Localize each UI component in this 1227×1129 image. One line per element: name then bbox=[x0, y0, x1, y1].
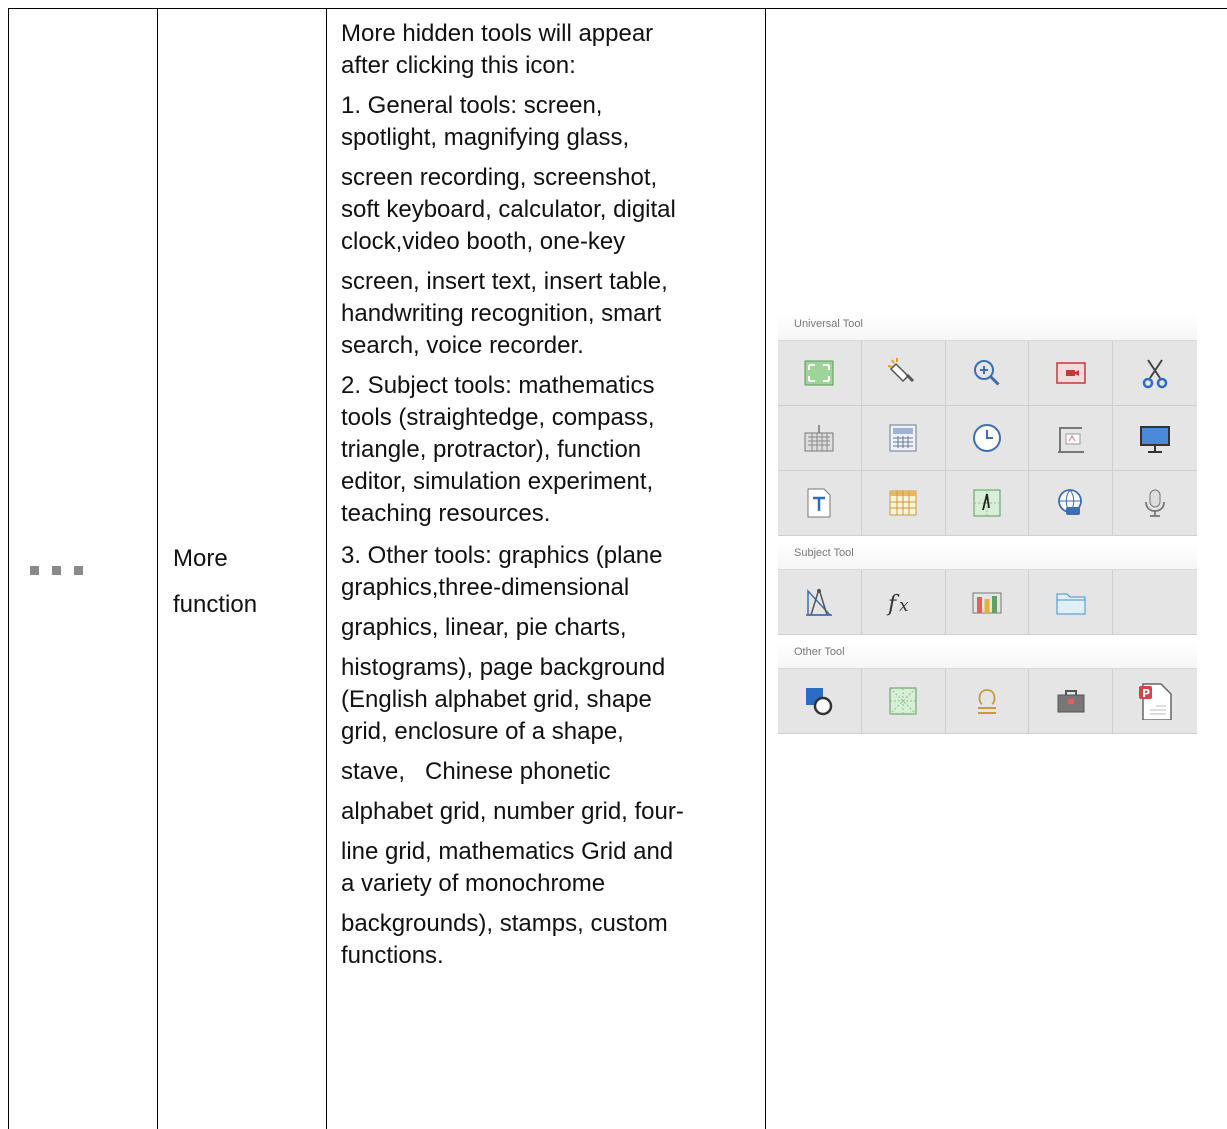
desc-line: a variety of monochrome bbox=[341, 870, 606, 897]
screen-icon bbox=[804, 360, 834, 386]
keyboard-button[interactable] bbox=[778, 406, 862, 471]
desc-line: tools (straightedge, compass, bbox=[341, 404, 655, 431]
teaching-resources-icon bbox=[1056, 593, 1086, 615]
desc-line: graphics,three-dimensional bbox=[341, 574, 630, 601]
math-tools-icon bbox=[806, 588, 833, 616]
desc-line: triangle, protractor), function bbox=[341, 436, 642, 463]
insert-text-icon bbox=[807, 488, 831, 518]
stamp-icon bbox=[977, 689, 996, 714]
desc-line: teaching resources. bbox=[341, 500, 551, 527]
desc-line: graphics, linear, pie charts, bbox=[341, 614, 627, 641]
function-editor-button[interactable]: fx bbox=[861, 570, 946, 635]
insert-text-button[interactable] bbox=[778, 471, 862, 536]
desc-line: handwriting recognition, smart bbox=[341, 300, 662, 327]
empty-cell bbox=[1113, 570, 1197, 635]
desc-line: alphabet grid, number grid, four- bbox=[341, 798, 684, 825]
desc-line: More hidden tools will appear bbox=[341, 20, 654, 47]
math-tools-button[interactable] bbox=[778, 570, 862, 635]
calculator-button[interactable] bbox=[861, 406, 946, 471]
experiment-icon bbox=[972, 592, 1002, 614]
ellipsis-dot bbox=[30, 566, 39, 575]
custom-function-icon: P bbox=[1139, 683, 1172, 720]
teaching-resources-button[interactable] bbox=[1029, 570, 1114, 635]
desc-line: (English alphabet grid, shape bbox=[341, 686, 652, 713]
scissors-icon bbox=[1142, 359, 1168, 389]
screen-record-button[interactable] bbox=[1029, 341, 1114, 406]
desc-line: search, voice recorder. bbox=[341, 332, 584, 359]
magnifier-icon bbox=[973, 360, 1000, 386]
desc-line: screen, insert text, insert table, bbox=[341, 268, 668, 295]
desc-line: functions. bbox=[341, 942, 444, 969]
one-key-screen-icon bbox=[1140, 426, 1171, 453]
page-background-button[interactable] bbox=[861, 669, 946, 734]
handwriting-icon bbox=[973, 489, 1001, 517]
function-name-line2: function bbox=[173, 591, 258, 618]
desc-line: backgrounds), stamps, custom bbox=[341, 910, 668, 937]
calculator-icon bbox=[889, 424, 917, 452]
voice-recorder-button[interactable] bbox=[1113, 471, 1197, 536]
toolbox-button[interactable] bbox=[1029, 669, 1114, 734]
graphics-icon bbox=[806, 688, 833, 716]
ellipsis-dot bbox=[74, 566, 83, 575]
table-border-col1 bbox=[157, 8, 158, 1129]
universal-tool-grid bbox=[778, 341, 1197, 536]
svg-text:P: P bbox=[1142, 687, 1150, 700]
experiment-button[interactable] bbox=[945, 570, 1030, 635]
universal-tool-title: Universal Tool bbox=[778, 313, 1197, 341]
handwriting-button[interactable] bbox=[945, 471, 1030, 536]
function-editor-icon: fx bbox=[886, 592, 909, 617]
insert-table-button[interactable] bbox=[861, 471, 946, 536]
tool-panel: Universal Tool Subject Tool f x Other To… bbox=[778, 313, 1197, 734]
desc-line: histograms), page background bbox=[341, 654, 666, 681]
stamp-button[interactable] bbox=[945, 669, 1030, 734]
desc-line: editor, simulation experiment, bbox=[341, 468, 654, 495]
desc-line: 1. General tools: screen, bbox=[341, 92, 603, 119]
smart-search-icon bbox=[1057, 489, 1082, 515]
screen-record-icon bbox=[1056, 362, 1086, 384]
svg-text:f: f bbox=[886, 592, 900, 617]
desc-line: soft keyboard, calculator, digital bbox=[341, 196, 676, 223]
function-name-line1: More bbox=[173, 545, 228, 572]
insert-table-icon bbox=[889, 490, 917, 516]
desc-line: screen recording, screenshot, bbox=[341, 164, 658, 191]
desc-line: 3. Other tools: graphics (plane bbox=[341, 542, 663, 569]
scissors-button[interactable] bbox=[1113, 341, 1197, 406]
subject-tool-title: Subject Tool bbox=[778, 542, 1197, 570]
magnifier-button[interactable] bbox=[945, 341, 1030, 406]
smart-search-button[interactable] bbox=[1029, 471, 1114, 536]
svg-text:x: x bbox=[899, 596, 909, 616]
toolbox-icon bbox=[1057, 690, 1085, 713]
function-description: More hidden tools will appear after clic… bbox=[341, 18, 751, 972]
table-border-left bbox=[8, 8, 9, 1129]
keyboard-icon bbox=[804, 425, 834, 452]
clock-button[interactable] bbox=[945, 406, 1030, 471]
other-tool-title: Other Tool bbox=[778, 641, 1197, 669]
graphics-button[interactable] bbox=[778, 669, 862, 734]
page-background-icon bbox=[889, 687, 917, 715]
custom-function-button[interactable]: P bbox=[1113, 669, 1197, 734]
video-booth-button[interactable] bbox=[1029, 406, 1114, 471]
table-border-col3 bbox=[765, 8, 766, 1129]
desc-line: spotlight, magnifying glass, bbox=[341, 124, 630, 151]
desc-line: clock,video booth, one-key bbox=[341, 228, 626, 255]
video-booth-icon bbox=[1057, 427, 1084, 453]
desc-line: line grid, mathematics Grid and bbox=[341, 838, 674, 865]
table-top-border bbox=[8, 8, 1227, 9]
desc-line: after clicking this icon: bbox=[341, 52, 576, 79]
ellipsis-icon bbox=[30, 566, 83, 575]
desc-line: grid, enclosure of a shape, bbox=[341, 718, 624, 745]
desc-line: 2. Subject tools: mathematics bbox=[341, 372, 655, 399]
spotlight-icon bbox=[887, 358, 915, 383]
voice-recorder-icon bbox=[1145, 489, 1165, 517]
clock-icon bbox=[972, 424, 1001, 452]
subject-tool-grid: fx bbox=[778, 570, 1197, 635]
table-border-col2 bbox=[326, 8, 327, 1129]
function-name: More function bbox=[173, 536, 313, 628]
other-tool-grid: P bbox=[778, 669, 1197, 734]
desc-line: stave, Chinese phonetic bbox=[341, 758, 611, 785]
one-key-screen-button[interactable] bbox=[1113, 406, 1197, 471]
screen-button[interactable] bbox=[778, 341, 862, 406]
ellipsis-dot bbox=[52, 566, 61, 575]
spotlight-button[interactable] bbox=[861, 341, 946, 406]
